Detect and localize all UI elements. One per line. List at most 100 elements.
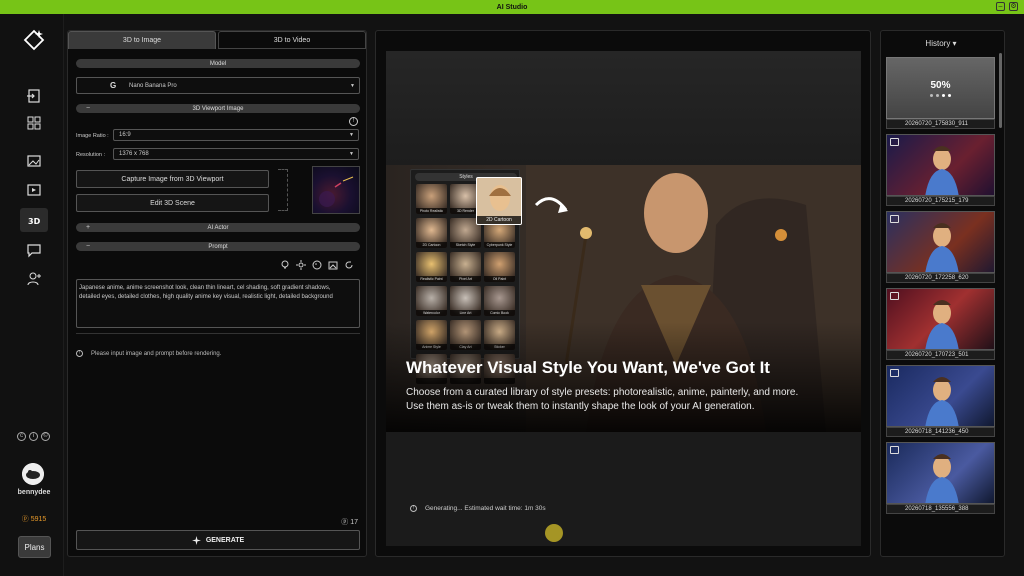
history-thumbnail[interactable] xyxy=(886,365,995,427)
canvas-top-band xyxy=(386,51,861,165)
lighting-icon[interactable] xyxy=(296,260,306,270)
prompt-textarea[interactable]: Japanese anime, anime screenshot look, c… xyxy=(76,279,360,328)
style-cell: Realistic Paint xyxy=(416,252,447,282)
cursor-highlight xyxy=(545,524,563,542)
prompt-section-header[interactable]: − Prompt xyxy=(76,242,360,251)
history-item[interactable]: 20260718_135556_388 xyxy=(886,442,995,514)
collapse-icon: − xyxy=(86,243,91,250)
dropdown-arrow-icon: ▼ xyxy=(349,151,354,157)
palette-icon[interactable] xyxy=(312,260,322,270)
history-thumbnail[interactable] xyxy=(886,442,995,504)
lightbulb-icon[interactable] xyxy=(280,260,290,270)
plans-button[interactable]: Plans xyxy=(18,536,51,558)
chat-icon[interactable] xyxy=(20,238,48,262)
style-cell: Watercolor xyxy=(416,286,447,316)
history-thumbnail[interactable] xyxy=(886,288,995,350)
resolution-label: Resolution : xyxy=(76,152,106,158)
history-item[interactable]: 20260718_141236_450 xyxy=(886,365,995,437)
prompt-token-count: ⓟ 17 xyxy=(341,519,358,526)
history-item[interactable]: 20260720_170723_501 xyxy=(886,288,995,360)
history-scrollbar[interactable] xyxy=(999,53,1002,128)
history-dropdown[interactable]: History ▾ xyxy=(881,39,1001,48)
copyright-icon: © xyxy=(41,432,50,441)
hero-description-line1: Choose from a curated library of style p… xyxy=(406,387,799,398)
history-panel: History ▾ 50% 20260720_175830_911 2026072… xyxy=(880,30,1005,557)
credits-count: ⓟ 5915 xyxy=(21,516,47,523)
grid-icon[interactable] xyxy=(20,111,48,135)
image-edit-icon[interactable] xyxy=(328,260,338,270)
resolution-select[interactable]: 1376 x 768 ▼ xyxy=(113,148,359,160)
dropdown-arrow-icon: ▼ xyxy=(349,132,354,138)
info-icon[interactable]: ! xyxy=(349,117,358,126)
dropdown-arrow-icon: ▼ xyxy=(350,82,355,89)
info-icon: ! xyxy=(410,505,417,512)
history-thumbnail[interactable] xyxy=(886,211,995,273)
preview-canvas: Styles Photo Realistic 3D Render 2D Cartoo… xyxy=(386,51,861,546)
hero-image: Styles Photo Realistic 3D Render 2D Cartoo… xyxy=(386,165,861,432)
capture-viewport-button[interactable]: Capture Image from 3D Viewport xyxy=(76,170,269,188)
generate-button[interactable]: GENERATE xyxy=(76,530,360,550)
history-item-label: 20260720_175215_179 xyxy=(886,196,995,206)
viewport-section-header[interactable]: − 3D Viewport Image xyxy=(76,104,360,113)
model-select[interactable]: G Nano Banana Pro ▼ xyxy=(76,77,360,94)
image-ratio-select[interactable]: 16:9 ▼ xyxy=(113,129,359,141)
history-item[interactable]: 20260720_175830_911 xyxy=(886,57,995,129)
model-section-header: Model xyxy=(76,59,360,68)
app-title: AI Studio xyxy=(496,3,528,11)
history-item-label: 20260718_141236_450 xyxy=(886,427,995,437)
add-user-icon[interactable] xyxy=(20,267,48,291)
history-item-label: 20260718_135556_388 xyxy=(886,504,995,514)
history-item-label: 20260720_170723_501 xyxy=(886,350,995,360)
info-icon: ! xyxy=(76,350,83,357)
tab-3d-to-image[interactable]: 3D to Image xyxy=(68,31,216,49)
divider xyxy=(76,333,360,334)
settings-panel: 3D to Image 3D to Video Model G Nano Ban… xyxy=(67,30,367,557)
username: bennydee xyxy=(17,489,51,496)
info-icon: i xyxy=(29,432,38,441)
tab-3d-to-video[interactable]: 3D to Video xyxy=(218,31,366,49)
history-thumbnail[interactable] xyxy=(886,134,995,196)
license-icons: c i © xyxy=(17,432,50,441)
svg-text:3D: 3D xyxy=(28,217,41,226)
google-icon: G xyxy=(110,81,117,90)
3d-icon[interactable]: 3D xyxy=(20,208,48,232)
avatar[interactable] xyxy=(22,463,44,485)
selected-style-card: 2D Cartoon xyxy=(476,177,522,225)
history-item-label: 20260720_175830_911 xyxy=(886,119,995,129)
minimize-icon[interactable]: – xyxy=(996,2,1005,11)
image-ai-icon[interactable] xyxy=(20,149,48,173)
viewport-thumbnail[interactable] xyxy=(312,166,360,214)
image-ratio-label: Image Ratio : xyxy=(76,133,109,139)
ai-sparkle-logo-icon xyxy=(23,29,45,51)
model-selected-value: Nano Banana Pro xyxy=(129,82,177,89)
generation-status: ! Generating... Estimated wait time: 1m … xyxy=(410,505,546,512)
prompt-toolbar xyxy=(280,260,354,270)
sparkle-icon xyxy=(191,535,201,545)
settings-icon[interactable]: ⚙ xyxy=(1009,2,1018,11)
hint-message: ! Please input image and prompt before r… xyxy=(76,350,221,357)
app-window: AI Studio – ⚙ 3D c i © bennydee ⓟ 5915 P… xyxy=(0,0,1024,576)
edit-3d-scene-button[interactable]: Edit 3D Scene xyxy=(76,194,269,212)
style-cell: Pixel Art xyxy=(450,252,481,282)
connector-line xyxy=(278,169,288,211)
style-cell: Oil Paint xyxy=(484,252,515,282)
video-ai-icon[interactable] xyxy=(20,178,48,202)
history-item[interactable]: 20260720_172258_620 xyxy=(886,211,995,283)
import-icon[interactable] xyxy=(20,84,48,108)
collapse-icon: − xyxy=(86,105,91,112)
history-item[interactable]: 20260720_175215_179 xyxy=(886,134,995,206)
hero-title: Whatever Visual Style You Want, We've Go… xyxy=(406,358,770,377)
style-cell: Line Art xyxy=(450,286,481,316)
canvas-bottom-band xyxy=(386,432,861,546)
ai-actor-section-header[interactable]: + AI Actor xyxy=(76,223,360,232)
left-rail: 3D c i © bennydee ⓟ 5915 Plans xyxy=(0,14,64,576)
preview-panel: Styles Photo Realistic 3D Render 2D Cartoo… xyxy=(375,30,871,557)
title-bar: AI Studio – ⚙ xyxy=(0,0,1024,14)
style-cell: 2D Cartoon xyxy=(416,218,447,248)
hero-description-line2: Use them as-is or tweak them to instantl… xyxy=(406,401,755,412)
history-item-label: 20260720_172258_620 xyxy=(886,273,995,283)
style-cell: Photo Realistic xyxy=(416,184,447,214)
refresh-icon[interactable] xyxy=(344,260,354,270)
cc-icon: c xyxy=(17,432,26,441)
style-cell: Comic Book xyxy=(484,286,515,316)
